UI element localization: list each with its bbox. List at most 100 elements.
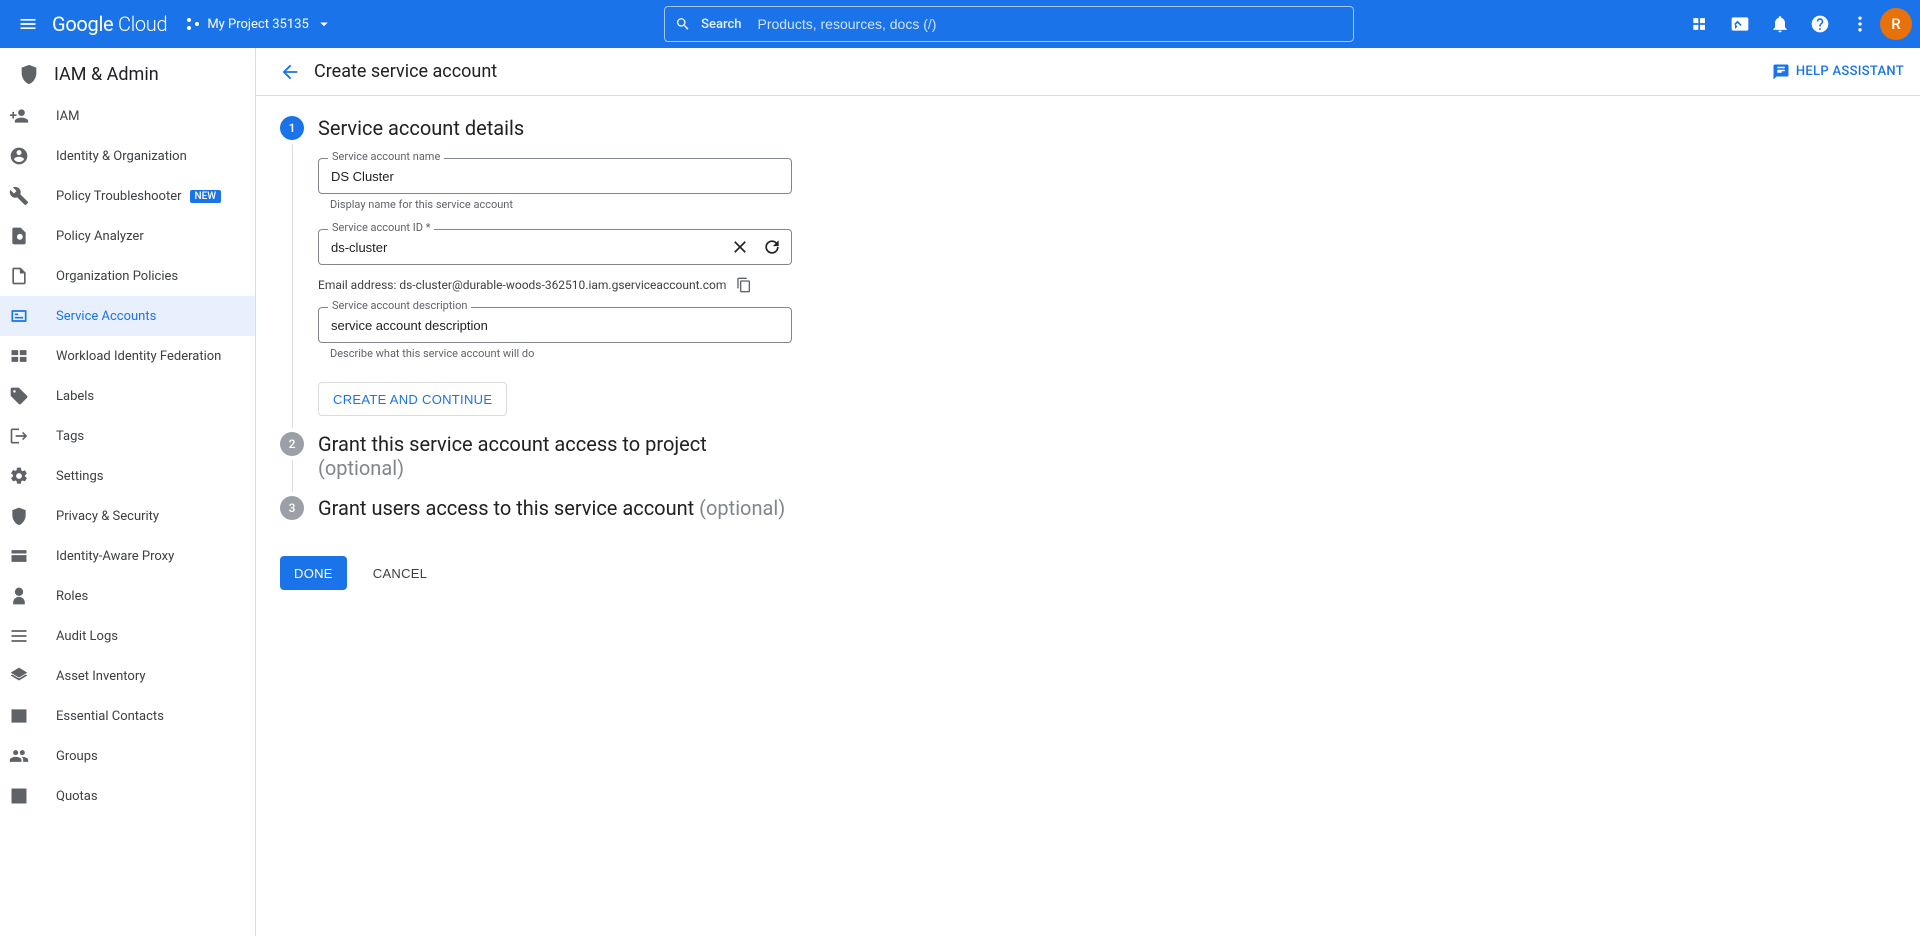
search-box[interactable]: Search: [664, 6, 1354, 42]
sidebar-item-organization-policies[interactable]: Organization Policies: [0, 256, 255, 296]
sidebar-item-privacy-security[interactable]: Privacy & Security: [0, 496, 255, 536]
shield-icon: [18, 63, 40, 85]
sidebar-item-settings[interactable]: Settings: [0, 456, 255, 496]
groups-icon: [18, 746, 38, 766]
wrench-icon: [18, 186, 38, 206]
step-2-title: Grant this service account access to pro…: [318, 432, 707, 480]
sidebar-item-label: Identity & Organization: [56, 149, 187, 164]
content: 1 Service account details Service accoun…: [256, 96, 1920, 610]
person-add-icon: [18, 106, 38, 126]
sidebar-item-quotas[interactable]: Quotas: [0, 776, 255, 816]
contacts-icon: [18, 706, 38, 726]
topbar: Google Cloud My Project 35135 Search R: [0, 0, 1920, 48]
federation-icon: [18, 346, 38, 366]
sidebar-item-audit-logs[interactable]: Audit Logs: [0, 616, 255, 656]
sidebar-item-label: Policy Analyzer: [56, 229, 144, 244]
page-title: Create service account: [314, 61, 497, 82]
back-button[interactable]: [272, 54, 308, 90]
cancel-button[interactable]: CANCEL: [359, 556, 442, 590]
sidebar-item-label: Labels: [56, 389, 94, 404]
roles-icon: [18, 586, 38, 606]
more-icon[interactable]: [1840, 4, 1880, 44]
logo[interactable]: Google Cloud: [52, 12, 167, 36]
sidebar-item-label: IAM: [56, 109, 79, 124]
search-label: Search: [701, 17, 741, 32]
doc-icon: [18, 266, 38, 286]
logo-cloud: Cloud: [118, 12, 167, 36]
sidebar-item-asset-inventory[interactable]: Asset Inventory: [0, 656, 255, 696]
sidebar-item-identity-organization[interactable]: Identity & Organization: [0, 136, 255, 176]
sidebar-item-service-accounts[interactable]: Service Accounts: [0, 296, 255, 336]
help-icon[interactable]: [1800, 4, 1840, 44]
caret-down-icon: [315, 15, 333, 33]
sidebar-item-workload-identity-federation[interactable]: Workload Identity Federation: [0, 336, 255, 376]
sidebar-item-policy-troubleshooter[interactable]: Policy Troubleshooter NEW: [0, 176, 255, 216]
sidebar-item-identity-aware-proxy[interactable]: Identity-Aware Proxy: [0, 536, 255, 576]
desc-helper: Describe what this service account will …: [318, 347, 792, 360]
sidebar-item-label: Tags: [56, 429, 84, 444]
notifications-icon[interactable]: [1760, 4, 1800, 44]
sidebar-item-iam[interactable]: IAM: [0, 96, 255, 136]
service-account-name-input[interactable]: [318, 158, 792, 194]
avatar[interactable]: R: [1880, 8, 1912, 40]
search-input[interactable]: [757, 16, 1343, 32]
service-account-id-field: Service account ID *: [318, 229, 792, 265]
id-label: Service account ID *: [328, 221, 434, 234]
shield-icon: [18, 506, 38, 526]
chat-icon: [1772, 63, 1790, 81]
service-account-description-input[interactable]: [318, 307, 792, 343]
step-2-circle[interactable]: 2: [280, 432, 304, 456]
footer-actions: DONE CANCEL: [280, 556, 1896, 590]
tag-icon: [18, 386, 38, 406]
regenerate-id-button[interactable]: [758, 233, 786, 261]
project-name: My Project 35135: [207, 17, 308, 32]
project-selector[interactable]: My Project 35135: [185, 15, 338, 33]
layers-icon: [18, 666, 38, 686]
done-button[interactable]: DONE: [280, 556, 347, 590]
sidebar-item-label: Settings: [56, 469, 103, 484]
sidebar-item-essential-contacts[interactable]: Essential Contacts: [0, 696, 255, 736]
step-1-circle: 1: [280, 116, 304, 140]
help-assistant-button[interactable]: HELP ASSISTANT: [1772, 63, 1904, 81]
menu-icon[interactable]: [8, 4, 48, 44]
email-value: ds-cluster@durable-woods-362510.iam.gser…: [399, 278, 726, 292]
sidebar-item-label: Essential Contacts: [56, 709, 164, 724]
desc-label: Service account description: [328, 299, 471, 312]
copy-email-button[interactable]: [736, 277, 752, 293]
sidebar-item-labels[interactable]: Labels: [0, 376, 255, 416]
service-account-name-field: Service account name Display name for th…: [318, 158, 792, 211]
sidebar-item-label: Service Accounts: [56, 309, 156, 324]
main: Create service account HELP ASSISTANT 1 …: [256, 48, 1920, 936]
step-1-title: Service account details: [318, 116, 792, 140]
name-label: Service account name: [328, 150, 444, 163]
sidebar: IAM & Admin IAMIdentity & OrganizationPo…: [0, 48, 256, 936]
sidebar-item-roles[interactable]: Roles: [0, 576, 255, 616]
gift-icon[interactable]: [1680, 4, 1720, 44]
cloud-shell-icon[interactable]: [1720, 4, 1760, 44]
sidebar-item-tags[interactable]: Tags: [0, 416, 255, 456]
list-icon: [18, 626, 38, 646]
sidebar-item-policy-analyzer[interactable]: Policy Analyzer: [0, 216, 255, 256]
sidebar-item-label: Roles: [56, 589, 88, 604]
step-3-title: Grant users access to this service accou…: [318, 496, 785, 520]
logo-google: Google: [52, 12, 113, 36]
sidebar-item-label: Privacy & Security: [56, 509, 159, 524]
create-and-continue-button[interactable]: CREATE AND CONTINUE: [318, 382, 507, 416]
new-badge: NEW: [190, 190, 222, 203]
gear-icon: [18, 466, 38, 486]
sidebar-item-label: Asset Inventory: [56, 669, 145, 684]
sidebar-item-label: Policy Troubleshooter: [56, 189, 182, 204]
name-helper: Display name for this service account: [318, 198, 792, 211]
sidebar-item-groups[interactable]: Groups: [0, 736, 255, 776]
tag-arrow-icon: [18, 426, 38, 446]
sidebar-item-label: Groups: [56, 749, 98, 764]
iap-icon: [18, 546, 38, 566]
search-wrap: Search: [339, 6, 1680, 42]
service-account-description-field: Service account description Describe wha…: [318, 307, 792, 360]
quota-icon: [18, 786, 38, 806]
service-account-id-input[interactable]: [318, 229, 792, 265]
step-3-circle[interactable]: 3: [280, 496, 304, 520]
sidebar-item-label: Organization Policies: [56, 269, 178, 284]
page-header: Create service account HELP ASSISTANT: [256, 48, 1920, 96]
clear-id-button[interactable]: [726, 233, 754, 261]
